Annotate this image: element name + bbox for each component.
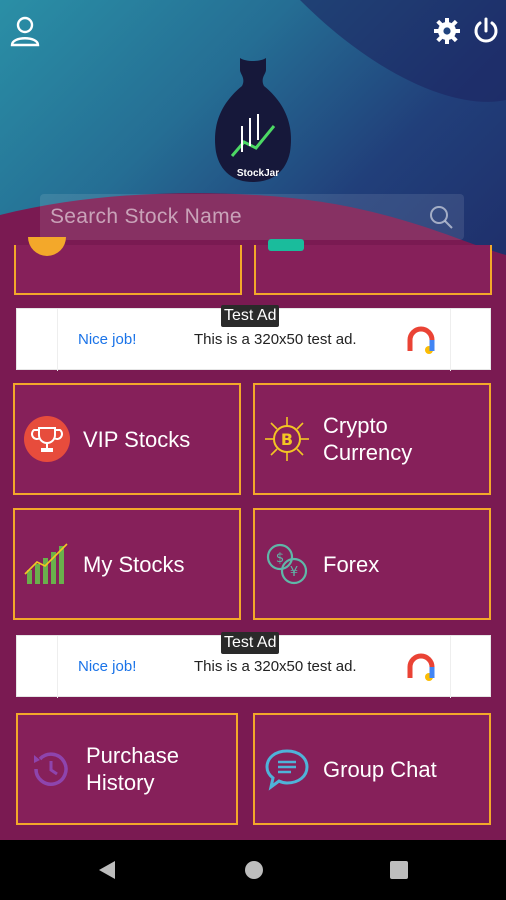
tile-forex[interactable]: $ ¥ Forex [253, 508, 491, 620]
tile-label-line2: Currency [323, 440, 413, 465]
ad-headline: Nice job! [78, 658, 137, 675]
tile-label: Purchase History [86, 742, 179, 796]
tile-label: VIP Stocks [83, 426, 191, 452]
tile-partial-right[interactable] [254, 239, 492, 295]
tile-label: My Stocks [83, 551, 185, 577]
tile-label-line1: Purchase [86, 743, 179, 768]
tile-group-chat[interactable]: Group Chat [253, 713, 491, 825]
history-icon [34, 752, 68, 786]
app-logo-jar-icon [215, 58, 291, 182]
wallet-icon [268, 239, 304, 251]
power-icon[interactable] [472, 16, 500, 46]
test-ad-badge: Test Ad [221, 632, 280, 654]
coins-exchange-icon: $¥ [266, 543, 308, 585]
svg-text:B: B [281, 430, 293, 449]
recents-icon[interactable] [387, 858, 411, 882]
search-placeholder: Search Stock Name [50, 205, 242, 228]
tile-label: Group Chat [323, 756, 437, 782]
bar-chart-icon [24, 543, 68, 584]
tile-crypto-currency[interactable]: B Crypto Currency [253, 383, 491, 495]
ad-headline: Nice job! [78, 331, 137, 348]
tile-label-line1: Crypto [323, 413, 388, 438]
tile-label: Crypto Currency [323, 412, 412, 466]
tile-my-stocks[interactable]: My Stocks [13, 508, 241, 620]
banner-ad[interactable]: Nice job! This is a 320x50 test ad. Test… [16, 305, 491, 371]
ad-network-logo-icon [407, 326, 435, 354]
svg-text:¥: ¥ [290, 565, 298, 580]
banner-ad[interactable]: Nice job! This is a 320x50 test ad. Test… [16, 632, 491, 698]
trophy-icon [24, 416, 70, 462]
home-icon[interactable] [242, 858, 266, 882]
search-icon[interactable] [428, 204, 454, 230]
app-logo-text: StockJar [236, 168, 280, 179]
settings-gear-icon[interactable] [432, 16, 462, 46]
profile-icon[interactable] [8, 14, 42, 48]
chat-icon [265, 749, 309, 791]
test-ad-badge: Test Ad [221, 305, 280, 327]
tile-label: Forex [323, 551, 380, 577]
back-icon[interactable] [95, 858, 119, 882]
ad-network-logo-icon [407, 653, 435, 681]
ad-description: This is a 320x50 test ad. [194, 658, 357, 675]
svg-text:$: $ [276, 551, 284, 566]
bitcoin-icon: B [265, 417, 309, 461]
search-input[interactable]: Search Stock Name [40, 194, 464, 240]
coin-icon [28, 237, 66, 256]
ad-description: This is a 320x50 test ad. [194, 331, 357, 348]
tile-purchase-history[interactable]: Purchase History [16, 713, 238, 825]
tile-label-line2: History [86, 770, 155, 795]
system-navigation-bar [0, 840, 506, 900]
tile-vip-stocks[interactable]: VIP Stocks [13, 383, 241, 495]
tile-partial-left[interactable] [14, 237, 242, 295]
